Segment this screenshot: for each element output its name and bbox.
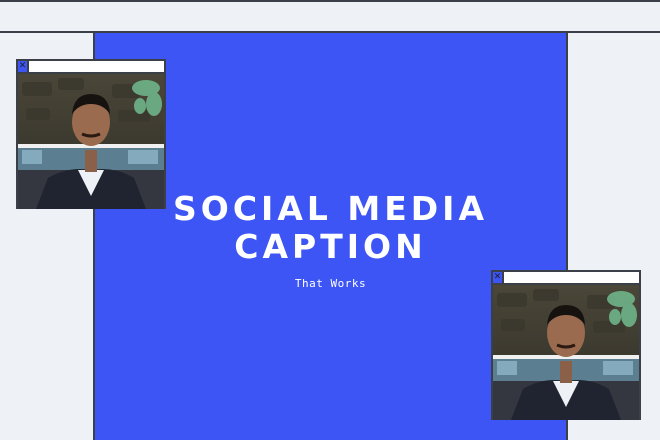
photo-window-titlebar: ✕ <box>493 272 639 285</box>
close-icon[interactable]: ✕ <box>493 272 504 283</box>
headline-line-2: CAPTION <box>234 227 427 266</box>
top-strip <box>0 0 660 33</box>
photo-window-right: ✕ <box>491 270 641 420</box>
photo-window-left: ✕ <box>16 59 166 209</box>
close-icon[interactable]: ✕ <box>18 61 29 72</box>
portrait-photo <box>493 285 639 420</box>
photo-window-titlebar: ✕ <box>18 61 164 74</box>
portrait-photo <box>18 74 164 209</box>
